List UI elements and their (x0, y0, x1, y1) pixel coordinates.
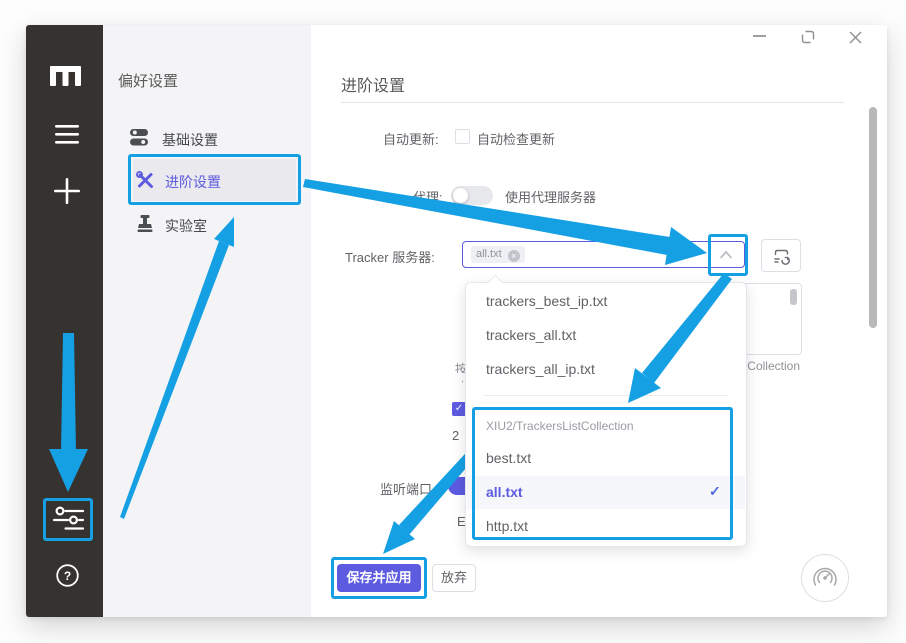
page-title: 进阶设置 (341, 72, 405, 96)
help-icon[interactable]: ? (56, 564, 79, 587)
annotation-box-chevron (708, 234, 748, 276)
stamp-icon (137, 215, 153, 233)
add-task-icon[interactable] (54, 178, 80, 204)
proxy-label: 代理: (413, 187, 443, 206)
text-fragment-num: 2 (452, 428, 464, 443)
annotation-box-advanced-settings (128, 154, 301, 205)
listen-port-label: 监听端口 (380, 479, 432, 498)
tracker-tag: all.txt × (471, 246, 525, 263)
task-list-icon[interactable] (55, 125, 79, 144)
panel-title: 偏好设置 (118, 70, 178, 91)
tracker-server-label: Tracker 服务器: (345, 247, 435, 266)
maximize-icon[interactable] (801, 30, 815, 44)
annotation-box-preferences-icon (43, 498, 93, 541)
hint-fragment-2: 〈 (455, 373, 463, 385)
dropdown-item[interactable]: trackers_best_ip.txt (486, 293, 607, 309)
annotation-box-dropdown-group (472, 407, 733, 540)
sidebar-item-basic-settings[interactable]: 基础设置 (162, 130, 218, 150)
speedometer-icon (811, 564, 839, 592)
speed-limit-button[interactable] (801, 554, 849, 602)
discard-button[interactable]: 放弃 (432, 564, 476, 592)
sync-tracker-button[interactable] (761, 239, 801, 272)
proxy-toggle[interactable] (451, 186, 493, 205)
minimize-icon[interactable] (753, 35, 766, 37)
tag-close-icon[interactable]: × (508, 250, 520, 262)
tracker-tag-label: all.txt (476, 248, 502, 260)
title-divider (341, 102, 844, 103)
proxy-toggle-knob (453, 188, 468, 203)
auto-update-label: 自动更新: (383, 129, 439, 148)
annotation-box-save-button (331, 557, 427, 599)
dropdown-item[interactable]: trackers_all.txt (486, 327, 576, 343)
dropdown-item[interactable]: trackers_all_ip.txt (486, 361, 595, 377)
auto-update-checkbox[interactable] (455, 129, 470, 144)
svg-text:?: ? (64, 569, 71, 583)
proxy-switch-label: 使用代理服务器 (505, 187, 596, 206)
toggles-icon (130, 129, 148, 146)
sidebar-item-lab[interactable]: 实验室 (165, 216, 207, 236)
dropdown-divider (484, 395, 728, 396)
auto-update-checkbox-label[interactable]: 自动检查更新 (477, 129, 555, 148)
hint-fragment-1: 按 (455, 360, 465, 373)
sync-icon (773, 248, 790, 265)
sync-daily-checkbox[interactable]: ✓ (452, 402, 466, 416)
screenshot-root: ? 偏好设置 基础设置 进阶设置 实验室 进阶设置 自动更新: 自动检查更新 (0, 0, 906, 643)
scrollbar-thumb[interactable] (869, 107, 877, 328)
close-icon[interactable] (848, 30, 863, 45)
preferences-panel (103, 25, 311, 617)
textarea-scrollbar-thumb (790, 289, 797, 305)
motrix-logo-icon (50, 66, 81, 86)
